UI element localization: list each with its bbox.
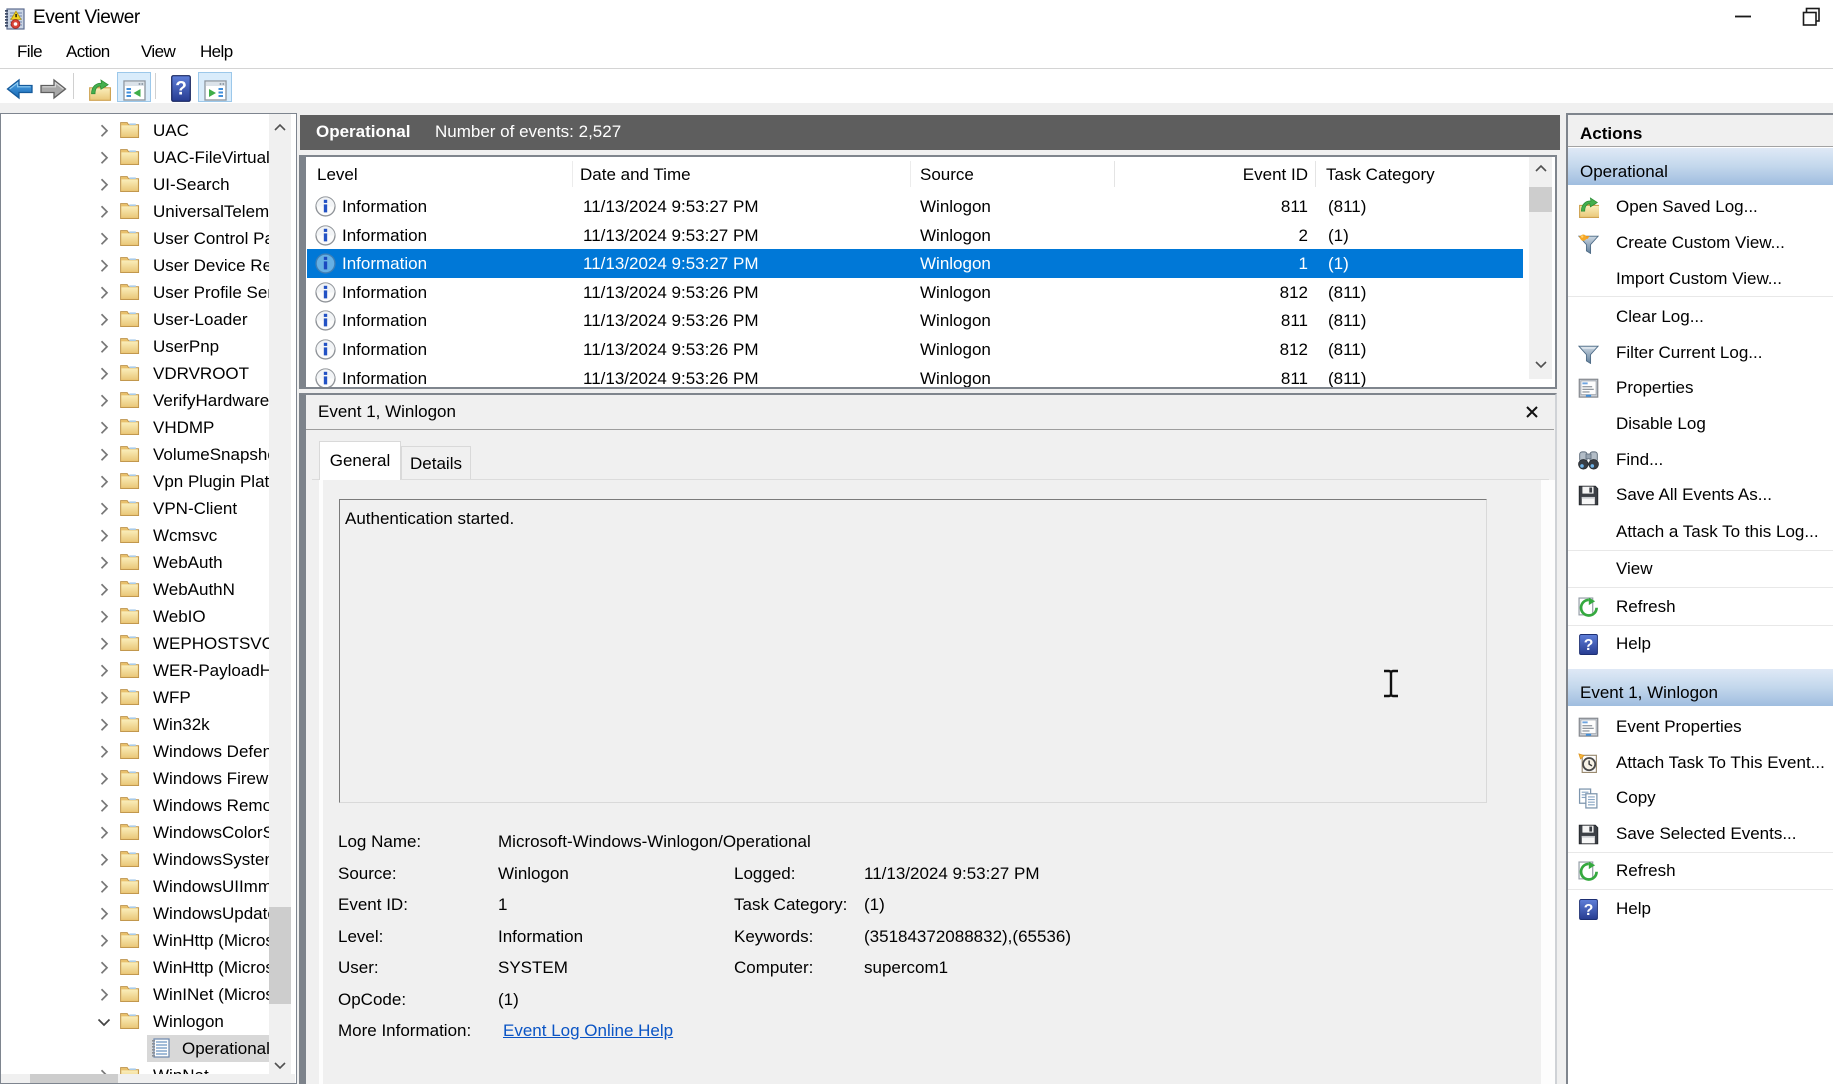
svg-text:?: ? [175, 79, 187, 100]
